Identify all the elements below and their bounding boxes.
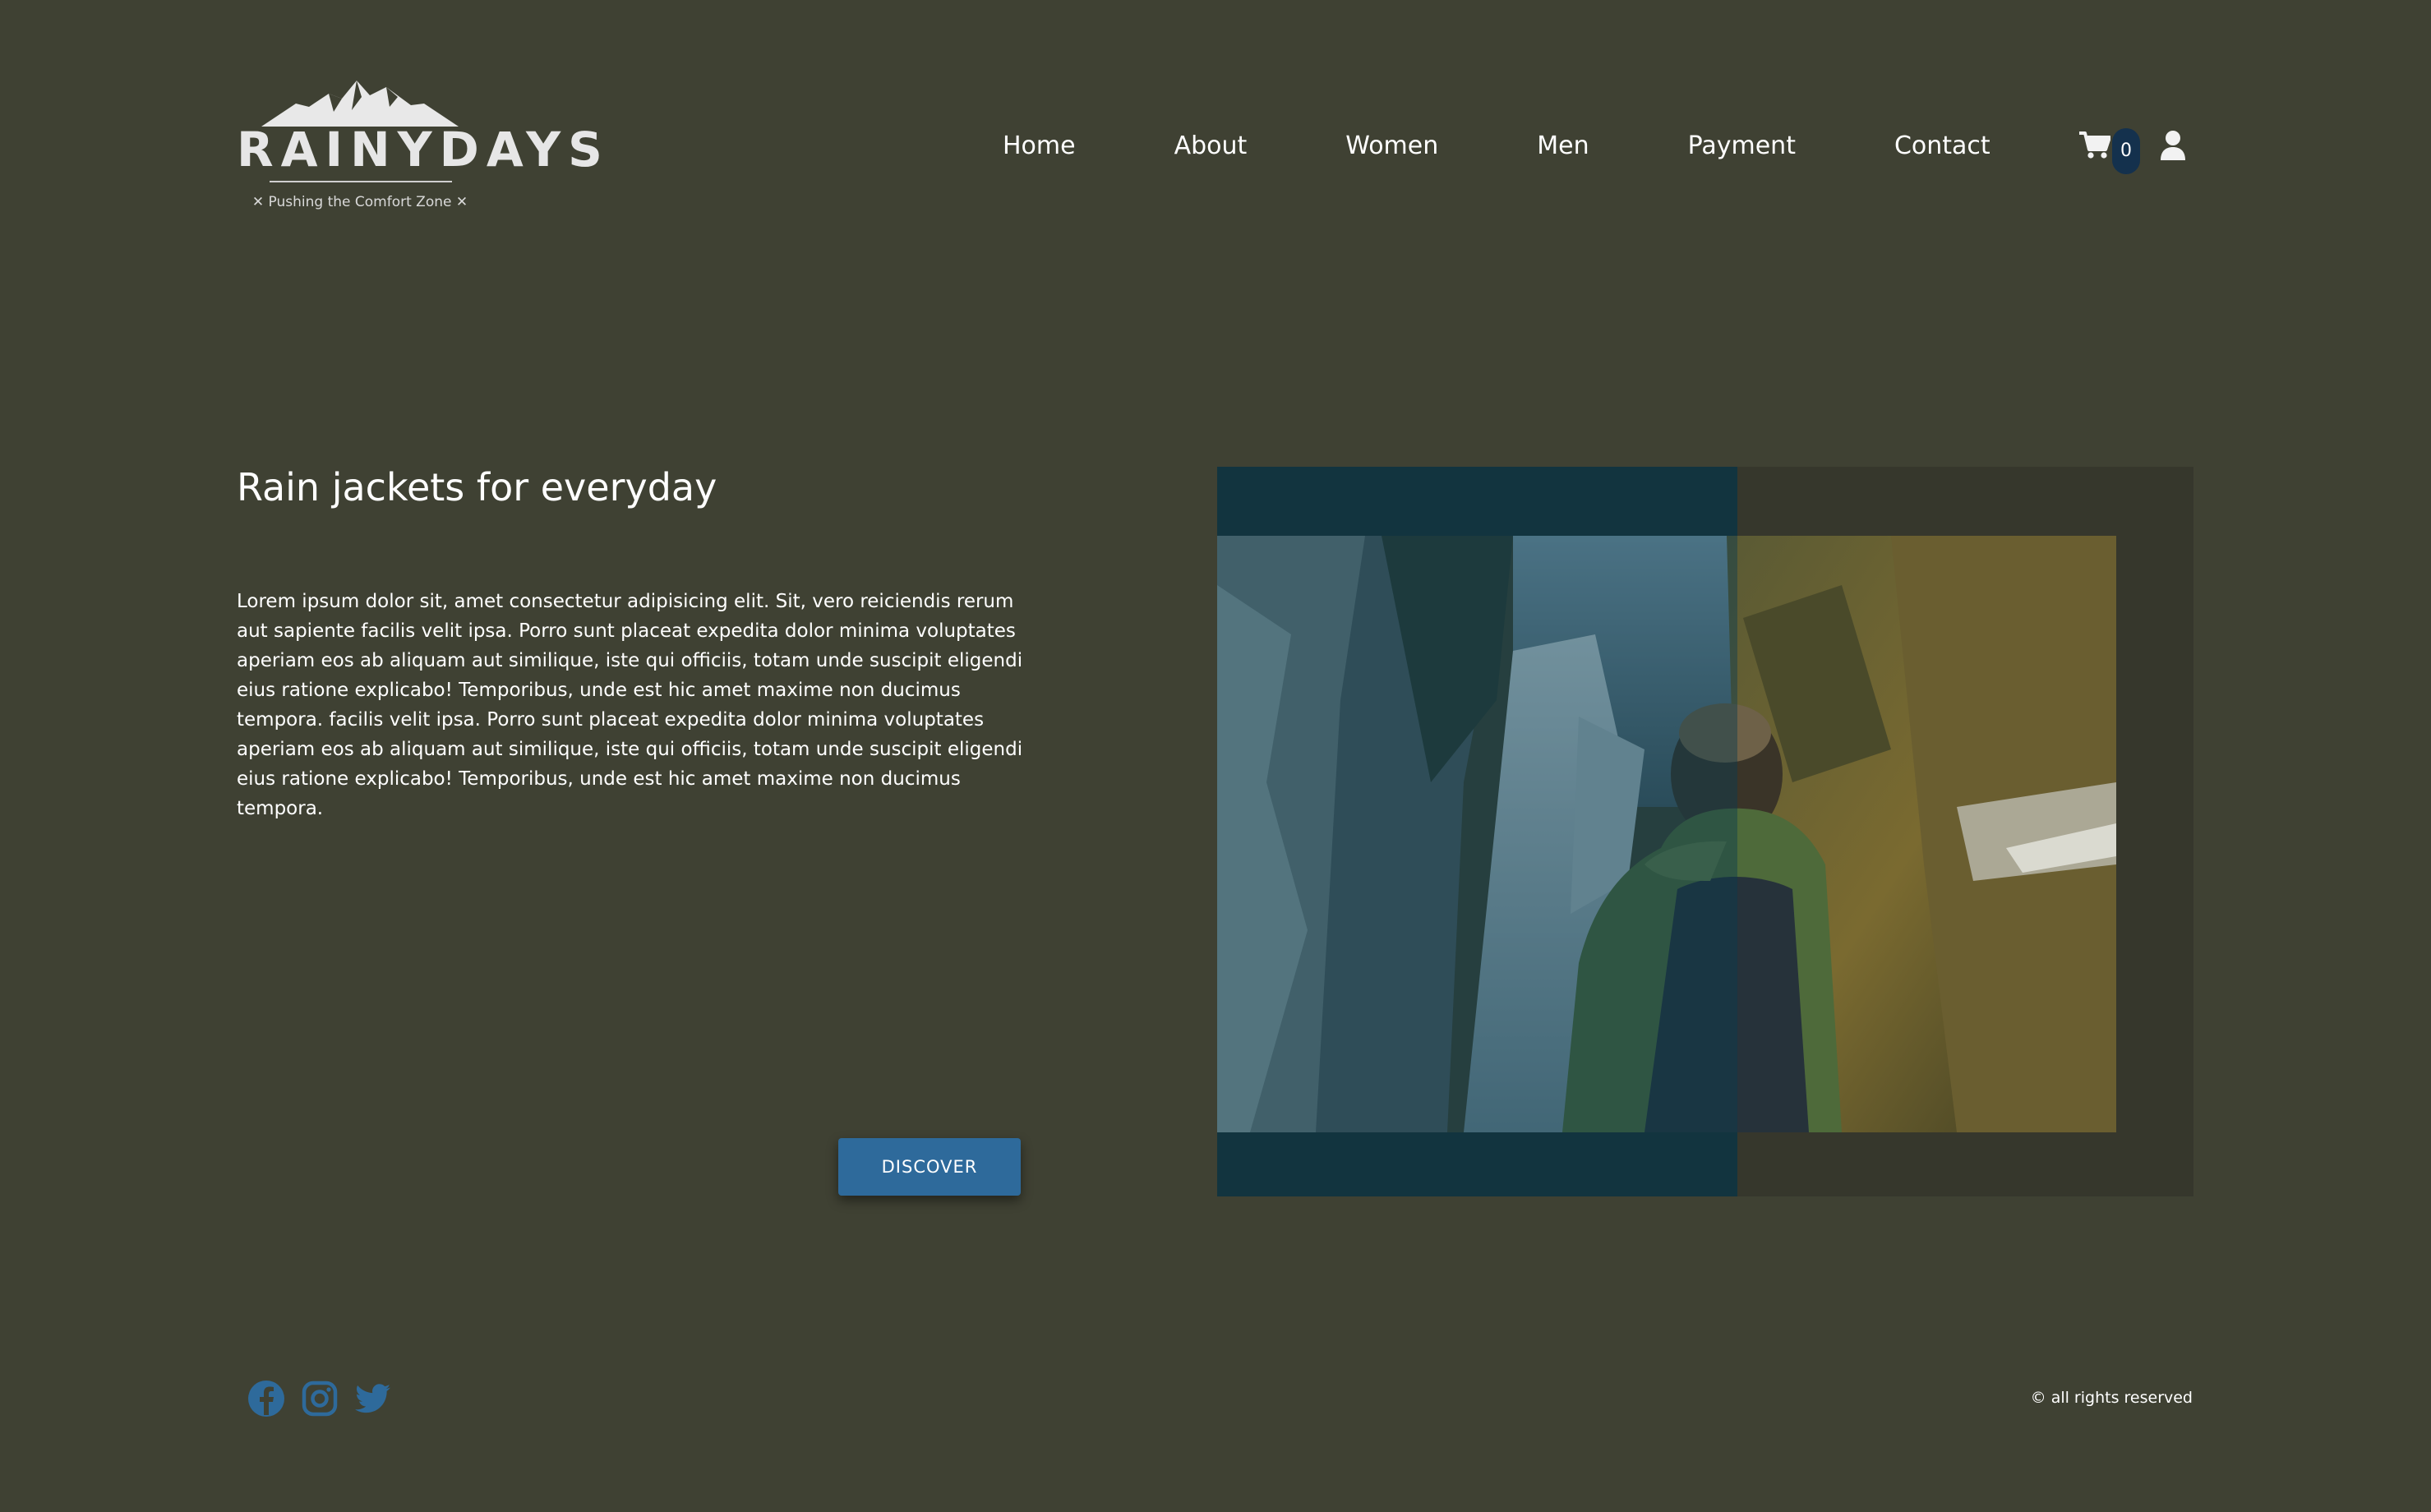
nav-contact[interactable]: Contact [1894, 128, 1990, 164]
nav-men[interactable]: Men [1537, 128, 1589, 164]
hero-description: Lorem ipsum dolor sit, amet consectetur … [237, 591, 1023, 819]
nav-about[interactable]: About [1174, 128, 1248, 164]
discover-button[interactable]: DISCOVER [838, 1138, 1021, 1196]
instagram-icon[interactable] [300, 1379, 339, 1418]
logo-tagline: ✕ Pushing the Comfort Zone ✕ [251, 194, 468, 210]
user-account-button[interactable] [2160, 130, 2186, 161]
main-nav: Home About Women Men Payment Contact [1003, 128, 1990, 164]
brand-name: RAINYDAYS [237, 122, 610, 177]
mountain-logo-icon [261, 81, 459, 127]
copyright-text: © all rights reserved [2030, 1389, 2193, 1407]
social-links [247, 1379, 407, 1418]
twitter-icon[interactable] [353, 1379, 393, 1418]
nav-women[interactable]: Women [1345, 128, 1438, 164]
cart-count-badge: 0 [2112, 128, 2140, 174]
hero-photo-tint [1217, 536, 1737, 1132]
cart-button[interactable]: 0 [2079, 128, 2142, 174]
hero-image-panel [1217, 467, 2193, 1196]
cart-icon [2079, 131, 2110, 159]
nav-home[interactable]: Home [1003, 128, 1076, 164]
user-icon [2161, 131, 2185, 160]
logo[interactable]: RAINYDAYS ✕ Pushing the Comfort Zone ✕ [237, 79, 610, 217]
facebook-icon[interactable] [247, 1379, 286, 1418]
logo-divider [270, 181, 452, 182]
hero-title: Rain jackets for everyday [237, 465, 717, 509]
nav-payment[interactable]: Payment [1688, 128, 1796, 164]
